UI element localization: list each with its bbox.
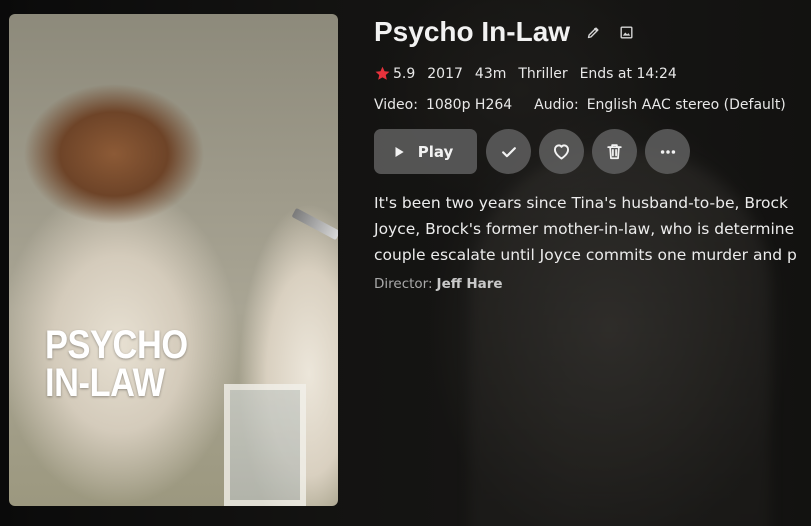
- image-icon[interactable]: [617, 23, 635, 41]
- overview-text: It's been two years since Tina's husband…: [374, 190, 811, 268]
- poster-knife-art: [291, 207, 338, 241]
- media-info-row: Video: 1080p H264 Audio: English AAC ste…: [374, 97, 811, 113]
- action-buttons: Play: [374, 129, 811, 174]
- item-details-page: PSYCHO IN-LAW Psycho In-Law 5.9 2017 43m…: [0, 0, 811, 526]
- check-icon: [501, 146, 516, 157]
- pencil-icon[interactable]: [584, 23, 602, 41]
- more-icon: [660, 149, 675, 154]
- mark-played-button[interactable]: [486, 129, 531, 174]
- delete-button[interactable]: [592, 129, 637, 174]
- director-label: Director:: [374, 276, 433, 292]
- video-value: 1080p H264: [425, 97, 513, 113]
- community-rating: 5.9: [374, 65, 415, 82]
- poster-window-art: [224, 384, 306, 506]
- end-time: Ends at 14:24: [579, 65, 677, 82]
- rating-value: 5.9: [393, 65, 416, 82]
- metadata-row: 5.9 2017 43m Thriller Ends at 14:24: [374, 65, 811, 82]
- play-button[interactable]: Play: [374, 129, 477, 174]
- play-label: Play: [417, 142, 454, 161]
- star-icon: [375, 66, 390, 80]
- title-row: Psycho In-Law: [374, 14, 811, 50]
- overview-line: It's been two years since Tina's husband…: [374, 194, 789, 212]
- play-icon: [395, 146, 404, 157]
- favorite-button[interactable]: [539, 129, 584, 174]
- poster-image[interactable]: PSYCHO IN-LAW: [9, 14, 338, 506]
- poster-title-line2: IN-LAW: [45, 361, 165, 405]
- video-label: Video:: [374, 97, 418, 113]
- overview-line: couple escalate until Joyce commits one …: [374, 246, 797, 264]
- poster-title-art: PSYCHO IN-LAW: [45, 323, 188, 405]
- audio-value: English AAC stereo (Default): [586, 97, 786, 113]
- runtime: 43m: [474, 65, 507, 82]
- trash-icon: [607, 144, 622, 160]
- overview-line: Joyce, Brock's former mother-in-law, who…: [374, 220, 795, 238]
- director-row: Director: Jeff Hare: [374, 276, 811, 292]
- director-link[interactable]: Jeff Hare: [437, 276, 503, 292]
- details-panel: Psycho In-Law 5.9 2017 43m Thriller Ends…: [374, 14, 811, 292]
- audio-label: Audio:: [534, 97, 579, 113]
- poster-title-line1: PSYCHO: [45, 323, 188, 367]
- heart-icon: [553, 144, 570, 160]
- year: 2017: [427, 65, 463, 82]
- more-button[interactable]: [645, 129, 690, 174]
- genre: Thriller: [518, 65, 568, 82]
- item-title: Psycho In-Law: [374, 16, 571, 47]
